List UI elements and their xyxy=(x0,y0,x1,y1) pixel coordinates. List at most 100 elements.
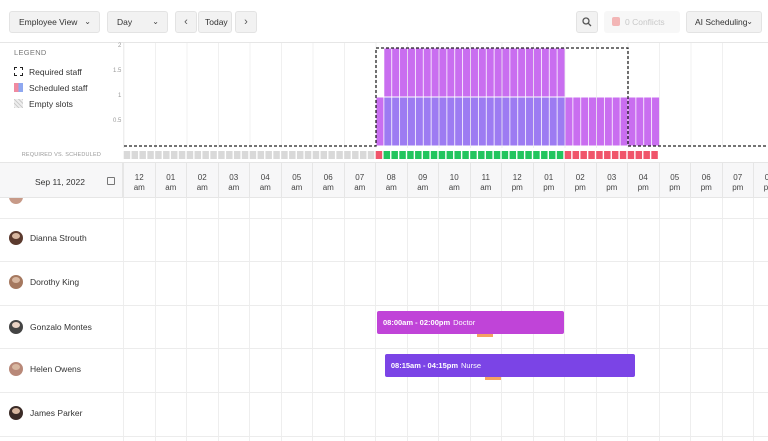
hour-label: 07 am xyxy=(343,163,376,197)
scheduled-bar xyxy=(494,97,502,146)
ai-scheduling-select[interactable]: AI Scheduling ⌄ xyxy=(686,11,762,33)
shift-block[interactable]: 08:00am - 02:00pm Doctor xyxy=(377,311,564,334)
hour-number: 08 xyxy=(386,173,396,182)
shift-role: Doctor xyxy=(453,318,476,327)
status-cell xyxy=(556,151,564,159)
status-cell xyxy=(194,151,202,159)
hour-number: 07 xyxy=(355,173,365,182)
status-cell xyxy=(344,151,351,159)
status-cell xyxy=(155,151,162,159)
scheduled-bar xyxy=(652,97,660,146)
status-cell xyxy=(399,151,406,159)
status-cell xyxy=(596,151,603,159)
date-header: Sep 11, 2022 xyxy=(0,162,123,198)
legend-scheduled-staff: Scheduled staff xyxy=(14,83,87,93)
scheduled-bar xyxy=(510,97,518,146)
status-cell xyxy=(430,151,438,159)
status-cell xyxy=(210,151,217,159)
scheduled-bar xyxy=(557,48,565,97)
hour-period: am xyxy=(259,183,271,192)
scheduled-bar xyxy=(478,97,486,146)
employee-cell: Dianna Strouth xyxy=(9,231,87,245)
hour-number: 06 xyxy=(323,173,333,182)
scheduled-bar xyxy=(463,97,471,146)
scheduled-bar xyxy=(447,48,455,97)
scheduled-bar xyxy=(589,97,597,146)
hour-number: 03 xyxy=(607,173,617,182)
hour-period: pm xyxy=(543,183,555,192)
status-cell xyxy=(462,151,469,159)
search-button[interactable] xyxy=(576,11,598,33)
status-cell xyxy=(525,151,532,159)
hour-label: 04 pm xyxy=(627,163,659,197)
hour-number: 12 xyxy=(512,173,522,182)
employee-row[interactable]: James Parker xyxy=(0,393,768,437)
status-cell xyxy=(533,151,540,159)
scheduled-bar xyxy=(620,97,628,146)
employee-row[interactable] xyxy=(0,198,768,219)
chevron-left-icon: ‹ xyxy=(184,16,188,28)
staffing-histogram xyxy=(123,43,768,148)
employee-cell: Gonzalo Montes xyxy=(9,320,92,334)
scheduled-bar xyxy=(455,97,463,146)
status-cell xyxy=(541,151,548,159)
status-cell xyxy=(273,151,280,159)
scheduled-bar xyxy=(549,48,557,97)
scheduled-bar xyxy=(415,97,423,146)
shift-block[interactable]: 08:15am - 04:15pm Nurse xyxy=(384,354,635,377)
status-cell xyxy=(226,151,233,159)
toolbar: Employee View ⌄ Day ⌄ ‹ Today › 0 Confli… xyxy=(0,0,768,43)
previous-day-button[interactable]: ‹ xyxy=(175,11,197,33)
today-label: Today xyxy=(205,17,228,27)
hour-period: am xyxy=(165,183,177,192)
hour-number: 06 xyxy=(701,173,711,182)
calendar-icon[interactable] xyxy=(107,177,115,185)
break-marker xyxy=(477,334,494,337)
employee-row[interactable]: Dorothy King xyxy=(0,262,768,306)
y-tick: 1.5 xyxy=(113,68,122,74)
hour-label: 06 am xyxy=(312,163,344,197)
status-cell xyxy=(218,151,225,159)
hour-number: 02 xyxy=(197,173,207,182)
avatar xyxy=(9,362,23,376)
hour-label: 09 am xyxy=(406,163,439,197)
hour-period: am xyxy=(196,183,208,192)
status-cell xyxy=(320,151,328,159)
scheduled-bar xyxy=(533,48,541,97)
scheduled-bar xyxy=(407,48,415,97)
hour-label: 07 pm xyxy=(721,163,754,197)
hour-number: 07 xyxy=(733,173,743,182)
hour-label: 01 am xyxy=(154,163,187,197)
employee-name: Gonzalo Montes xyxy=(30,322,92,332)
status-cell xyxy=(328,151,335,159)
scheduled-bar xyxy=(423,97,431,146)
employee-row[interactable]: Dianna Strouth xyxy=(0,219,768,262)
chevron-down-icon: ⌄ xyxy=(84,17,91,26)
chevron-down-icon: ⌄ xyxy=(746,17,753,26)
scheduled-bar xyxy=(628,97,636,146)
legend-label: Scheduled staff xyxy=(29,83,88,93)
view-select[interactable]: Employee View ⌄ xyxy=(9,11,100,33)
conflict-icon xyxy=(612,17,620,26)
scheduled-bar xyxy=(526,97,534,146)
today-button[interactable]: Today xyxy=(198,11,232,33)
hour-number: 04 xyxy=(260,173,270,182)
scheduled-bar xyxy=(502,97,510,146)
status-cell xyxy=(415,151,422,159)
next-day-button[interactable]: › xyxy=(235,11,257,33)
conflicts-label: 0 Conflicts xyxy=(625,17,665,27)
status-cell xyxy=(588,151,595,159)
hour-number: 01 xyxy=(166,173,176,182)
status-cell xyxy=(265,151,272,159)
status-cell xyxy=(233,151,241,159)
range-select[interactable]: Day ⌄ xyxy=(107,11,168,33)
status-cell xyxy=(635,151,643,159)
status-cell xyxy=(643,151,650,159)
hour-period: am xyxy=(480,183,492,192)
avatar xyxy=(9,231,23,245)
employee-cell xyxy=(9,198,30,204)
conflicts-button[interactable]: 0 Conflicts xyxy=(604,11,680,33)
avatar xyxy=(9,406,23,420)
status-cell xyxy=(139,151,146,159)
legend-label: Required staff xyxy=(29,67,82,77)
